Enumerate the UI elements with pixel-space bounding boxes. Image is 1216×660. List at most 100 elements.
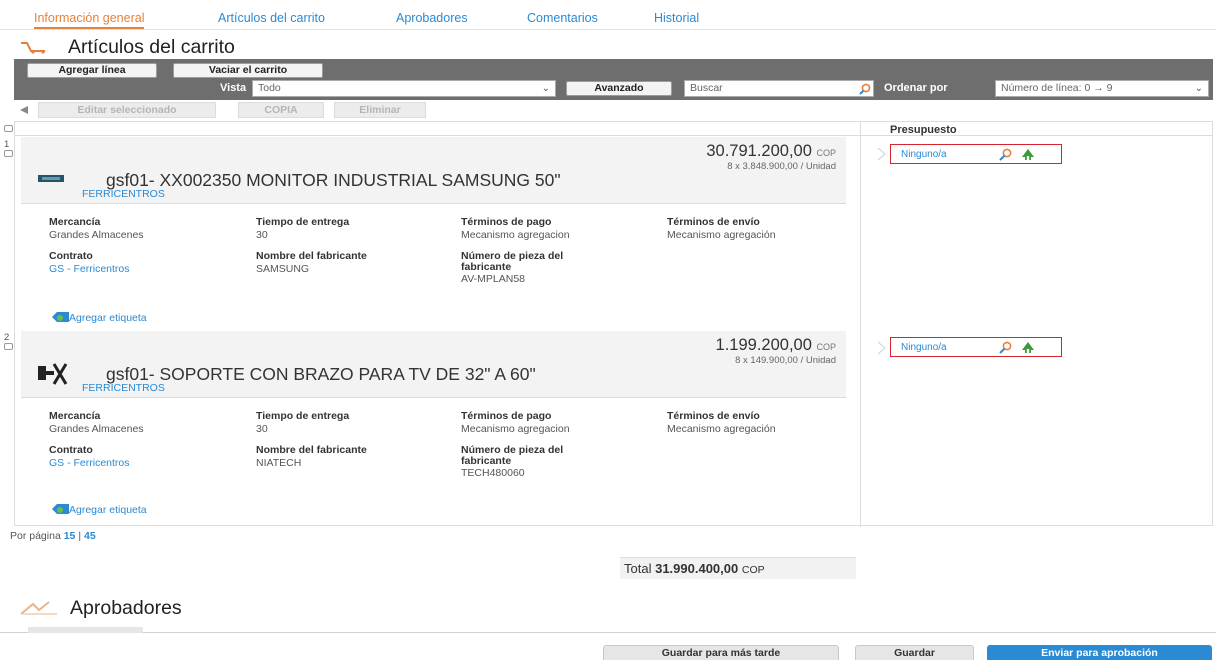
chevron-down-icon: ⌄ (1194, 83, 1203, 94)
total-label: Total (624, 561, 652, 576)
manufacturer-label: Nombre del fabricante (256, 250, 367, 262)
item-supplier[interactable]: FERRICENTROS (82, 382, 165, 394)
budget-value[interactable]: Ninguno/a (901, 149, 947, 160)
tab-bar: Información general Artículos del carrit… (0, 0, 1216, 30)
payment-terms-value: Mecanismo agregacion (461, 423, 570, 435)
budget-cell: Ninguno/a (890, 337, 1062, 357)
tab-comments[interactable]: Comentarios (527, 11, 598, 25)
total-currency: COP (741, 564, 765, 576)
per-page-control: Por página 15 | 45 (10, 530, 96, 542)
manufacturer-value: SAMSUNG (256, 263, 310, 275)
tag-icon (52, 312, 69, 322)
shipping-terms-value: Mecanismo agregación (667, 229, 776, 241)
tree-icon[interactable] (1021, 341, 1035, 354)
part-number-value: TECH480060 (461, 467, 525, 479)
part-number-label-2: fabricante (461, 455, 512, 467)
approvers-section-title: Aprobadores (70, 597, 182, 619)
total-text: Total 31.990.400,00 COP (624, 561, 765, 576)
edit-selected-button[interactable]: Editar seleccionado (38, 102, 216, 118)
cart-total: Total 31.990.400,00 COP (620, 557, 856, 579)
search-icon[interactable] (997, 341, 1013, 354)
search-icon[interactable] (997, 148, 1013, 161)
sort-select-value: Número de línea: 0 → 9 (1001, 82, 1113, 94)
lead-time-label: Tiempo de entrega (256, 216, 350, 228)
budget-pointer-icon (877, 341, 886, 355)
selection-actions: Editar seleccionado COPIA Eliminar (14, 100, 1213, 120)
copy-button[interactable]: COPIA (238, 102, 324, 118)
item-title[interactable]: gsf01- SOPORTE CON BRAZO PARA TV DE 32" … (106, 364, 536, 385)
budget-column-header: Presupuesto (890, 124, 957, 136)
tab-general-info[interactable]: Información general (34, 11, 145, 29)
lead-time-value: 30 (256, 229, 268, 241)
tab-cart-items[interactable]: Artículos del carrito (218, 11, 325, 25)
contract-link[interactable]: GS - Ferricentros (49, 457, 130, 469)
item-title[interactable]: gsf01- XX002350 MONITOR INDUSTRIAL SAMSU… (106, 170, 561, 191)
per-page-15[interactable]: 15 (64, 530, 76, 542)
per-page-45[interactable]: 45 (84, 530, 96, 542)
budget-pointer-icon (877, 147, 886, 161)
footer-bar: Guardar para más tarde Guardar Enviar pa… (0, 627, 1216, 660)
cart-icon (21, 42, 45, 54)
monitor-thumbnail[interactable] (36, 173, 66, 185)
add-tag-link[interactable]: Agregar etiqueta (69, 504, 147, 516)
item-price: 30.791.200,00 COP (706, 142, 836, 161)
tree-icon[interactable] (1021, 148, 1035, 161)
search-input[interactable]: Buscar (684, 80, 874, 97)
row-number: 1 (4, 139, 10, 150)
item-header: 1.199.200,00 COP 8 x 149.900,00 / Unidad… (21, 331, 846, 398)
select-arrow-icon (20, 106, 28, 114)
part-number-label-2: fabricante (461, 261, 512, 273)
item-unit-price: 8 x 3.848.900,00 / Unidad (727, 161, 836, 172)
item-price-value: 1.199.200,00 (715, 336, 812, 354)
view-select[interactable]: Todo ⌄ (252, 80, 556, 97)
view-label: Vista (220, 82, 247, 94)
item-currency: COP (816, 148, 836, 158)
contract-label: Contrato (49, 444, 93, 456)
manufacturer-value: NIATECH (256, 457, 302, 469)
budget-cell: Ninguno/a (890, 144, 1062, 164)
tv-mount-thumbnail[interactable] (36, 360, 68, 388)
tab-approvers[interactable]: Aprobadores (396, 11, 468, 25)
column-divider (860, 122, 861, 527)
row-checkbox[interactable] (4, 343, 13, 350)
select-all-checkbox[interactable] (4, 125, 13, 132)
per-page-separator: | (78, 530, 82, 542)
sort-select[interactable]: Número de línea: 0 → 9 ⌄ (995, 80, 1209, 97)
advanced-button[interactable]: Avanzado (566, 81, 672, 96)
item-price: 1.199.200,00 COP (716, 336, 836, 355)
add-line-button[interactable]: Agregar línea (27, 63, 157, 78)
item-header: 30.791.200,00 COP 8 x 3.848.900,00 / Uni… (21, 137, 846, 204)
view-select-value: Todo (258, 82, 281, 94)
commodity-label: Mercancía (49, 216, 101, 228)
save-button[interactable]: Guardar (855, 645, 974, 660)
contract-label: Contrato (49, 250, 93, 262)
cart-items-grid: Presupuesto 1 30.791.200,00 COP 8 x 3.84… (4, 121, 1213, 527)
search-icon[interactable] (858, 83, 871, 95)
commodity-label: Mercancía (49, 410, 101, 422)
contract-link[interactable]: GS - Ferricentros (49, 263, 130, 275)
add-tag-link[interactable]: Agregar etiqueta (69, 312, 147, 324)
lead-time-label: Tiempo de entrega (256, 410, 350, 422)
shipping-terms-label: Términos de envío (667, 410, 760, 422)
payment-terms-label: Términos de pago (461, 410, 552, 422)
row-checkbox[interactable] (4, 150, 13, 157)
submit-for-approval-button[interactable]: Enviar para aprobación (987, 645, 1212, 660)
item-unit-price: 8 x 149.900,00 / Unidad (735, 355, 836, 366)
delete-button[interactable]: Eliminar (334, 102, 426, 118)
item-supplier[interactable]: FERRICENTROS (82, 188, 165, 200)
save-for-later-button[interactable]: Guardar para más tarde (603, 645, 839, 660)
part-number-value: AV-MPLAN58 (461, 273, 525, 285)
tab-history[interactable]: Historial (654, 11, 699, 25)
approvers-icon (20, 601, 57, 615)
manufacturer-label: Nombre del fabricante (256, 444, 367, 456)
budget-value[interactable]: Ninguno/a (901, 342, 947, 353)
cart-toolbar: Agregar línea Vaciar el carrito Vista To… (14, 59, 1213, 100)
grid-header: Presupuesto (4, 122, 1212, 136)
item-price-value: 30.791.200,00 (706, 142, 812, 160)
empty-cart-button[interactable]: Vaciar el carrito (173, 63, 323, 78)
lead-time-value: 30 (256, 423, 268, 435)
row-number: 2 (4, 332, 10, 343)
shipping-terms-value: Mecanismo agregación (667, 423, 776, 435)
tab-stub (28, 627, 143, 633)
per-page-label: Por página (10, 530, 61, 542)
